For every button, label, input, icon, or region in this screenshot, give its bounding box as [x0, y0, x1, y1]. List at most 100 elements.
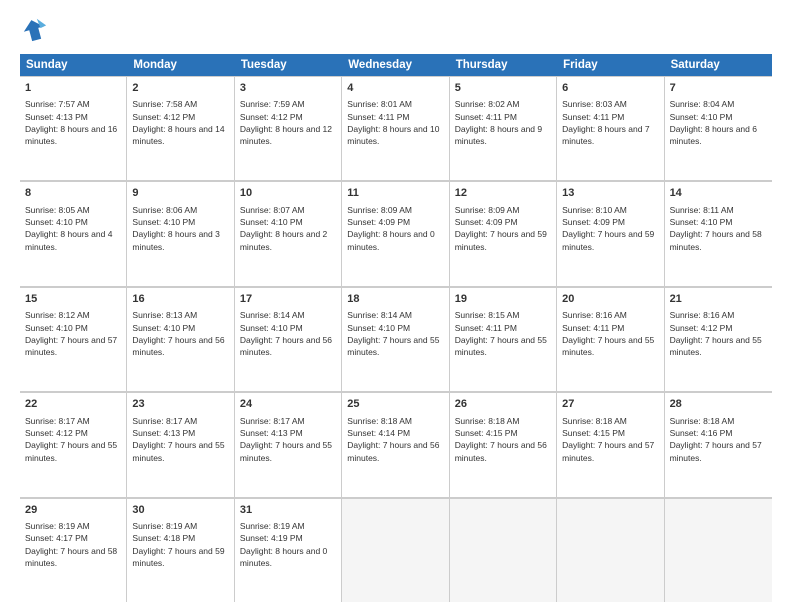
calendar-cell: 26 Sunrise: 8:18 AMSunset: 4:15 PMDayligh…: [450, 392, 557, 496]
day-info: Sunrise: 8:14 AMSunset: 4:10 PMDaylight:…: [240, 309, 336, 358]
logo: [20, 16, 52, 44]
calendar-cell: 9Sunrise: 8:06 AMSunset: 4:10 PMDaylight…: [127, 181, 234, 285]
header: [20, 16, 772, 44]
day-number: 16: [132, 292, 228, 307]
day-info: Sunrise: 7:57 AMSunset: 4:13 PMDaylight:…: [25, 98, 121, 147]
day-info: Sunrise: 8:19 AMSunset: 4:18 PMDaylight:…: [132, 520, 228, 569]
day-info: Sunrise: 8:17 AMSunset: 4:12 PMDaylight:…: [25, 415, 121, 464]
calendar-cell: 7 Sunrise: 8:04 AMSunset: 4:10 PMDaylight…: [665, 76, 772, 180]
calendar-header: SundayMondayTuesdayWednesdayThursdayFrid…: [20, 54, 772, 76]
day-info: Sunrise: 8:17 AMSunset: 4:13 PMDaylight:…: [132, 415, 228, 464]
calendar-cell: [557, 498, 664, 602]
calendar-cell: 13 Sunrise: 8:10 AMSunset: 4:09 PMDayligh…: [557, 181, 664, 285]
day-number: 8: [25, 186, 121, 201]
day-number: 14: [670, 186, 767, 201]
calendar-cell: 25 Sunrise: 8:18 AMSunset: 4:14 PMDayligh…: [342, 392, 449, 496]
day-info: Sunrise: 8:04 AMSunset: 4:10 PMDaylight:…: [670, 98, 767, 147]
calendar-cell: 21Sunrise: 8:16 AMSunset: 4:12 PMDayligh…: [665, 287, 772, 391]
calendar-cell: 5 Sunrise: 8:02 AMSunset: 4:11 PMDaylight…: [450, 76, 557, 180]
day-number: 7: [670, 81, 767, 96]
day-number: 25: [347, 397, 443, 412]
calendar-cell: [665, 498, 772, 602]
calendar-week-4: 22 Sunrise: 8:17 AMSunset: 4:12 PMDayligh…: [20, 392, 772, 497]
calendar-body: 1 Sunrise: 7:57 AMSunset: 4:13 PMDaylight…: [20, 76, 772, 602]
day-number: 17: [240, 292, 336, 307]
day-info: Sunrise: 7:58 AMSunset: 4:12 PMDaylight:…: [132, 98, 228, 147]
day-number: 6: [562, 81, 658, 96]
calendar-cell: 30 Sunrise: 8:19 AMSunset: 4:18 PMDayligh…: [127, 498, 234, 602]
day-number: 13: [562, 186, 658, 201]
day-info: Sunrise: 8:11 AMSunset: 4:10 PMDaylight:…: [670, 204, 767, 253]
day-number: 23: [132, 397, 228, 412]
day-info: Sunrise: 8:17 AMSunset: 4:13 PMDaylight:…: [240, 415, 336, 464]
day-number: 12: [455, 186, 551, 201]
calendar-cell: 22 Sunrise: 8:17 AMSunset: 4:12 PMDayligh…: [20, 392, 127, 496]
header-day-friday: Friday: [557, 54, 664, 76]
header-day-monday: Monday: [127, 54, 234, 76]
day-info: Sunrise: 8:13 AMSunset: 4:10 PMDaylight:…: [132, 309, 228, 358]
calendar-cell: 11Sunrise: 8:09 AMSunset: 4:09 PMDayligh…: [342, 181, 449, 285]
page: SundayMondayTuesdayWednesdayThursdayFrid…: [0, 0, 792, 612]
day-info: Sunrise: 8:09 AMSunset: 4:09 PMDaylight:…: [347, 204, 443, 253]
day-info: Sunrise: 8:02 AMSunset: 4:11 PMDaylight:…: [455, 98, 551, 147]
day-number: 5: [455, 81, 551, 96]
day-info: Sunrise: 8:06 AMSunset: 4:10 PMDaylight:…: [132, 204, 228, 253]
calendar-week-5: 29Sunrise: 8:19 AMSunset: 4:17 PMDayligh…: [20, 498, 772, 602]
header-day-tuesday: Tuesday: [235, 54, 342, 76]
day-info: Sunrise: 8:05 AMSunset: 4:10 PMDaylight:…: [25, 204, 121, 253]
day-number: 4: [347, 81, 443, 96]
day-number: 20: [562, 292, 658, 307]
calendar-cell: 18 Sunrise: 8:14 AMSunset: 4:10 PMDayligh…: [342, 287, 449, 391]
calendar-cell: 6 Sunrise: 8:03 AMSunset: 4:11 PMDaylight…: [557, 76, 664, 180]
calendar-cell: 2Sunrise: 7:58 AMSunset: 4:12 PMDaylight…: [127, 76, 234, 180]
header-day-thursday: Thursday: [450, 54, 557, 76]
day-info: Sunrise: 8:07 AMSunset: 4:10 PMDaylight:…: [240, 204, 336, 253]
day-info: Sunrise: 8:03 AMSunset: 4:11 PMDaylight:…: [562, 98, 658, 147]
day-number: 18: [347, 292, 443, 307]
day-info: Sunrise: 8:01 AMSunset: 4:11 PMDaylight:…: [347, 98, 443, 147]
day-info: Sunrise: 8:10 AMSunset: 4:09 PMDaylight:…: [562, 204, 658, 253]
calendar-cell: 20Sunrise: 8:16 AMSunset: 4:11 PMDayligh…: [557, 287, 664, 391]
day-info: Sunrise: 8:16 AMSunset: 4:12 PMDaylight:…: [670, 309, 767, 358]
calendar-cell: 15 Sunrise: 8:12 AMSunset: 4:10 PMDayligh…: [20, 287, 127, 391]
day-number: 28: [670, 397, 767, 412]
calendar-cell: 8 Sunrise: 8:05 AMSunset: 4:10 PMDaylight…: [20, 181, 127, 285]
day-number: 30: [132, 503, 228, 518]
calendar-cell: 23 Sunrise: 8:17 AMSunset: 4:13 PMDayligh…: [127, 392, 234, 496]
day-number: 19: [455, 292, 551, 307]
day-info: Sunrise: 8:19 AMSunset: 4:17 PMDaylight:…: [25, 520, 121, 569]
day-number: 1: [25, 81, 121, 96]
calendar-cell: 3Sunrise: 7:59 AMSunset: 4:12 PMDaylight…: [235, 76, 342, 180]
calendar-week-3: 15 Sunrise: 8:12 AMSunset: 4:10 PMDayligh…: [20, 287, 772, 392]
day-info: Sunrise: 8:09 AMSunset: 4:09 PMDaylight:…: [455, 204, 551, 253]
logo-icon: [20, 16, 48, 44]
day-info: Sunrise: 8:14 AMSunset: 4:10 PMDaylight:…: [347, 309, 443, 358]
calendar-cell: 19Sunrise: 8:15 AMSunset: 4:11 PMDayligh…: [450, 287, 557, 391]
day-info: Sunrise: 8:18 AMSunset: 4:14 PMDaylight:…: [347, 415, 443, 464]
calendar-cell: 14 Sunrise: 8:11 AMSunset: 4:10 PMDayligh…: [665, 181, 772, 285]
day-number: 27: [562, 397, 658, 412]
calendar: SundayMondayTuesdayWednesdayThursdayFrid…: [20, 54, 772, 602]
calendar-cell: 16 Sunrise: 8:13 AMSunset: 4:10 PMDayligh…: [127, 287, 234, 391]
calendar-cell: 1 Sunrise: 7:57 AMSunset: 4:13 PMDaylight…: [20, 76, 127, 180]
calendar-cell: 10Sunrise: 8:07 AMSunset: 4:10 PMDayligh…: [235, 181, 342, 285]
day-number: 26: [455, 397, 551, 412]
header-day-wednesday: Wednesday: [342, 54, 449, 76]
day-number: 24: [240, 397, 336, 412]
calendar-cell: 24 Sunrise: 8:17 AMSunset: 4:13 PMDayligh…: [235, 392, 342, 496]
calendar-cell: [342, 498, 449, 602]
calendar-cell: 29Sunrise: 8:19 AMSunset: 4:17 PMDayligh…: [20, 498, 127, 602]
calendar-cell: 27Sunrise: 8:18 AMSunset: 4:15 PMDayligh…: [557, 392, 664, 496]
calendar-cell: 31 Sunrise: 8:19 AMSunset: 4:19 PMDayligh…: [235, 498, 342, 602]
day-number: 22: [25, 397, 121, 412]
day-info: Sunrise: 8:18 AMSunset: 4:15 PMDaylight:…: [455, 415, 551, 464]
day-info: Sunrise: 8:19 AMSunset: 4:19 PMDaylight:…: [240, 520, 336, 569]
header-day-saturday: Saturday: [665, 54, 772, 76]
calendar-week-2: 8 Sunrise: 8:05 AMSunset: 4:10 PMDaylight…: [20, 181, 772, 286]
day-number: 3: [240, 81, 336, 96]
calendar-cell: 28Sunrise: 8:18 AMSunset: 4:16 PMDayligh…: [665, 392, 772, 496]
day-info: Sunrise: 8:12 AMSunset: 4:10 PMDaylight:…: [25, 309, 121, 358]
day-number: 15: [25, 292, 121, 307]
calendar-cell: 4 Sunrise: 8:01 AMSunset: 4:11 PMDaylight…: [342, 76, 449, 180]
day-number: 31: [240, 503, 336, 518]
